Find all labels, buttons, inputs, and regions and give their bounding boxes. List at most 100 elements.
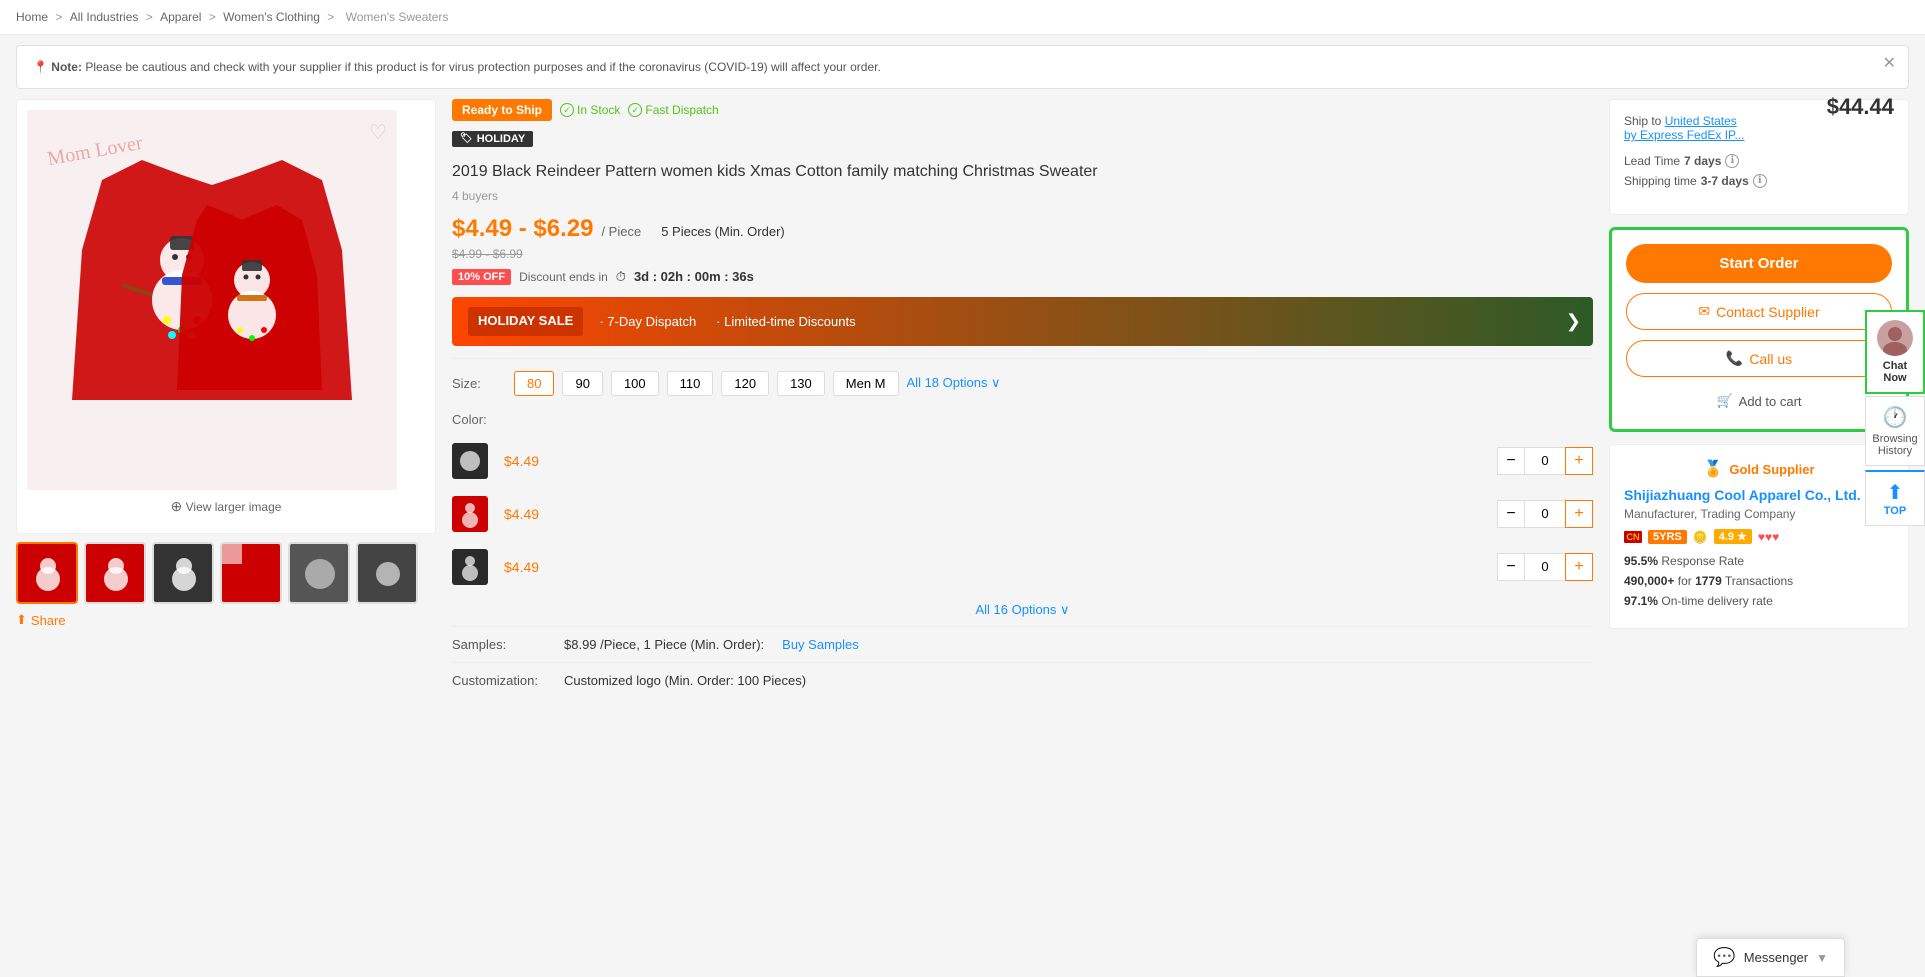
breadcrumb-current: Women's Sweaters bbox=[346, 10, 449, 24]
delivery-rate-row: 97.1% On-time delivery rate bbox=[1624, 594, 1894, 608]
notice-text: Please be cautious and check with your s… bbox=[85, 60, 881, 74]
messenger-label: Messenger bbox=[1744, 950, 1808, 965]
qty-input-1[interactable] bbox=[1525, 447, 1565, 475]
left-panel: Mom Lover bbox=[16, 99, 436, 698]
breadcrumb-industries[interactable]: All Industries bbox=[70, 10, 139, 24]
call-us-label: Call us bbox=[1749, 351, 1792, 367]
size-btn-90[interactable]: 90 bbox=[562, 371, 602, 396]
shipping-time-value: 3-7 days bbox=[1701, 174, 1749, 188]
size-btn-130[interactable]: 130 bbox=[777, 371, 825, 396]
messenger-bar[interactable]: 💬 Messenger ▼ bbox=[1696, 938, 1845, 977]
supplier-box: 🏅 Gold Supplier Shijiazhuang Cool Appare… bbox=[1609, 444, 1909, 629]
breadcrumb-sep-4: > bbox=[327, 10, 337, 24]
add-to-cart-button[interactable]: 🛒 Add to cart bbox=[1626, 387, 1892, 415]
qty-minus-1[interactable]: − bbox=[1497, 447, 1525, 475]
color-swatch-3 bbox=[452, 549, 488, 585]
product-image-main: Mom Lover bbox=[16, 99, 436, 534]
arrow-up-icon: ⬆ bbox=[1870, 480, 1920, 505]
size-row: Size: 80 90 100 110 120 130 Men M All 18… bbox=[452, 371, 1593, 396]
product-image-svg bbox=[42, 120, 382, 480]
view-larger-btn[interactable]: ⊕ View larger image bbox=[27, 490, 425, 523]
holiday-features: · 7-Day Dispatch · Limited-time Discount… bbox=[599, 314, 855, 329]
thumbnail-6[interactable] bbox=[356, 542, 418, 604]
browsing-history-label: Browsing History bbox=[1870, 433, 1920, 457]
contact-supplier-button[interactable]: ✉ Contact Supplier bbox=[1626, 293, 1892, 330]
browsing-history-btn[interactable]: 🕐 Browsing History bbox=[1865, 396, 1925, 466]
breadcrumb-apparel[interactable]: Apparel bbox=[160, 10, 201, 24]
color-swatch-2 bbox=[452, 496, 488, 532]
size-label: Size: bbox=[452, 376, 502, 391]
color-row-2: $4.49 − + bbox=[452, 488, 1593, 541]
size-btn-80[interactable]: 80 bbox=[514, 371, 554, 396]
samples-row: Samples: $8.99 /Piece, 1 Piece (Min. Ord… bbox=[452, 626, 1593, 662]
color-row-3: $4.49 − + bbox=[452, 541, 1593, 594]
holiday-sale-box: HOLIDAY SALE bbox=[468, 307, 583, 336]
qty-plus-1[interactable]: + bbox=[1565, 447, 1593, 475]
color-section-label: Color: bbox=[452, 412, 1593, 427]
all-sizes-link[interactable]: All 18 Options ∨ bbox=[907, 375, 1001, 391]
transactions-value: 490,000+ bbox=[1624, 574, 1674, 588]
action-box: Start Order ✉ Contact Supplier 📞 Call us… bbox=[1609, 227, 1909, 432]
color-price-2: $4.49 bbox=[504, 506, 554, 522]
qty-minus-3[interactable]: − bbox=[1497, 553, 1525, 581]
thumbnail-1[interactable] bbox=[16, 542, 78, 604]
heart-icon[interactable]: ♡ bbox=[369, 120, 387, 145]
tags-row: Ready to Ship ✓ In Stock ✓ Fast Dispatch bbox=[452, 99, 1593, 121]
delivery-rate-label: On-time delivery rate bbox=[1661, 594, 1772, 608]
call-us-button[interactable]: 📞 Call us bbox=[1626, 340, 1892, 377]
qty-input-2[interactable] bbox=[1525, 500, 1565, 528]
qty-control-2: − + bbox=[1497, 500, 1593, 528]
start-order-button[interactable]: Start Order bbox=[1626, 244, 1892, 283]
customization-label: Customization: bbox=[452, 673, 552, 688]
color-row-1: $4.49 − + bbox=[452, 435, 1593, 488]
share-label: Share bbox=[31, 613, 66, 628]
thumbnail-2[interactable] bbox=[84, 542, 146, 604]
cn-flag: CN bbox=[1624, 531, 1642, 543]
avatar bbox=[1877, 320, 1913, 356]
shipping-time-info-icon[interactable]: ℹ bbox=[1753, 174, 1767, 188]
chat-now-btn[interactable]: Chat Now bbox=[1865, 310, 1925, 394]
lead-time-value: 7 days bbox=[1684, 154, 1721, 168]
size-btn-120[interactable]: 120 bbox=[721, 371, 769, 396]
destination-link[interactable]: United States bbox=[1665, 114, 1737, 128]
qty-plus-3[interactable]: + bbox=[1565, 553, 1593, 581]
breadcrumb-home[interactable]: Home bbox=[16, 10, 48, 24]
qty-plus-2[interactable]: + bbox=[1565, 500, 1593, 528]
breadcrumb-womens-clothing[interactable]: Women's Clothing bbox=[223, 10, 320, 24]
size-btn-110[interactable]: 110 bbox=[667, 371, 714, 396]
contact-supplier-label: Contact Supplier bbox=[1716, 304, 1820, 320]
right-panel: Ship to United States by Express FedEx I… bbox=[1609, 99, 1909, 698]
supplier-name[interactable]: Shijiazhuang Cool Apparel Co., Ltd. bbox=[1624, 487, 1894, 503]
response-rate-row: 95.5% Response Rate bbox=[1624, 554, 1894, 568]
qty-input-3[interactable] bbox=[1525, 553, 1565, 581]
transactions-row: 490,000+ for 1779 Transactions bbox=[1624, 574, 1894, 588]
envelope-icon: ✉ bbox=[1698, 303, 1710, 320]
qty-control-3: − + bbox=[1497, 553, 1593, 581]
size-btn-men-m[interactable]: Men M bbox=[833, 371, 899, 396]
top-btn[interactable]: ⬆ TOP bbox=[1865, 470, 1925, 526]
price-unit: / Piece bbox=[601, 224, 641, 239]
cart-icon: 🛒 bbox=[1716, 393, 1732, 409]
qty-minus-2[interactable]: − bbox=[1497, 500, 1525, 528]
close-icon[interactable]: ✕ bbox=[1883, 56, 1896, 72]
all-options-link[interactable]: All 16 Options ∨ bbox=[975, 602, 1069, 618]
product-title: 2019 Black Reindeer Pattern women kids X… bbox=[452, 161, 1593, 183]
middle-panel: Ready to Ship ✓ In Stock ✓ Fast Dispatch… bbox=[436, 99, 1609, 698]
lead-time-info-icon[interactable]: ℹ bbox=[1725, 154, 1739, 168]
add-to-cart-label: Add to cart bbox=[1739, 394, 1802, 409]
banner-arrow-icon[interactable]: ❯ bbox=[1566, 311, 1581, 332]
thumbnail-3[interactable] bbox=[152, 542, 214, 604]
buy-samples-link[interactable]: Buy Samples bbox=[782, 637, 859, 652]
customization-row: Customization: Customized logo (Min. Ord… bbox=[452, 662, 1593, 698]
samples-info: $8.99 /Piece, 1 Piece (Min. Order): bbox=[564, 637, 764, 652]
thumbnail-5[interactable] bbox=[288, 542, 350, 604]
heart-icons: ♥♥♥ bbox=[1758, 530, 1779, 544]
size-btn-100[interactable]: 100 bbox=[611, 371, 659, 396]
carrier-link[interactable]: by Express FedEx IP... bbox=[1624, 128, 1745, 142]
top-label: TOP bbox=[1870, 505, 1920, 517]
chevron-down-icon: ▼ bbox=[1816, 951, 1828, 965]
moq-info: 5 Pieces (Min. Order) bbox=[661, 224, 785, 239]
share-btn[interactable]: ⬆ Share bbox=[16, 604, 436, 636]
thumbnail-4[interactable] bbox=[220, 542, 282, 604]
qty-control-1: − + bbox=[1497, 447, 1593, 475]
